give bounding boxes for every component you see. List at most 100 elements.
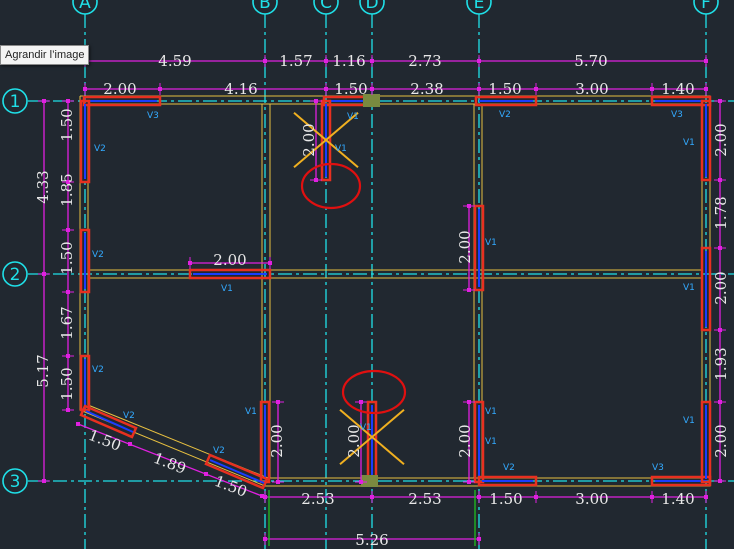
- dim-text-left-inner: 1.50: [58, 367, 76, 400]
- dim-right-side-node: [718, 328, 722, 332]
- wall-label: V3: [652, 463, 664, 473]
- dim-text-right-side: 2.00: [712, 424, 730, 457]
- dim-bottom-row2-node: [477, 537, 481, 541]
- dim-text-bottom-row1: 1.40: [661, 490, 694, 508]
- grid-label-row-1: 1: [10, 92, 21, 112]
- dim-text-left-outer: 4.33: [34, 170, 52, 203]
- dim-inner-E-mid-node: [467, 288, 471, 292]
- dim-text-inner-vertical: 2.00: [345, 424, 363, 457]
- wall-label: V3: [671, 110, 683, 120]
- grid-label-col-D: D: [365, 0, 378, 13]
- dim-left-inner-node: [66, 99, 70, 103]
- dim-text-diagonal: 1.89: [151, 449, 189, 478]
- dim-text-left-inner: 1.67: [58, 306, 76, 339]
- dim-inner-row2-node: [188, 261, 192, 265]
- dim-top-row1-node: [477, 59, 481, 63]
- dim-top-row2-node: [534, 87, 538, 91]
- dim-text-bottom-row2: 5.26: [355, 531, 388, 549]
- dim-bottom-row1-node: [704, 495, 708, 499]
- dim-top-row2-node: [324, 87, 328, 91]
- dim-diagonal-node: [128, 442, 132, 446]
- dim-text-top-row1: 1.57: [279, 52, 312, 70]
- grid-label-col-A: A: [79, 0, 91, 13]
- dim-inner-D-bottom-node: [359, 480, 363, 484]
- dim-top-row2-node: [370, 87, 374, 91]
- dim-bottom-row1-node: [370, 495, 374, 499]
- dim-text-top-row2: 4.16: [224, 80, 257, 98]
- dim-right-side-node: [718, 400, 722, 404]
- dimension-lines: [38, 55, 726, 546]
- wall-label: V3: [147, 111, 159, 121]
- annotation-circle-bottom: [341, 369, 407, 415]
- dim-text-inner-vertical: 2.00: [300, 123, 318, 156]
- grid-label-row-3: 3: [10, 472, 21, 492]
- dim-inner-C-node: [314, 178, 318, 182]
- dim-top-row2-node: [477, 87, 481, 91]
- dim-bottom-row1-node: [534, 495, 538, 499]
- dim-inner-B-bottom-node: [276, 400, 280, 404]
- wall-label: V1: [683, 283, 695, 293]
- grid-label-col-F: F: [701, 0, 711, 13]
- dim-inner-E-bottom-node: [467, 400, 471, 404]
- dim-text-left-outer: 5.17: [34, 354, 52, 387]
- dim-text-bottom-row1: 1.50: [489, 490, 522, 508]
- dim-text-inner-row2: 2.00: [213, 251, 246, 269]
- dim-text-inner-vertical: 2.00: [456, 424, 474, 457]
- dim-text-top-row1: 4.59: [158, 52, 191, 70]
- dim-text-top-row2: 1.50: [488, 80, 521, 98]
- dim-top-row1-node: [263, 59, 267, 63]
- dim-text-right-side: 2.00: [712, 123, 730, 156]
- grid-label-col-C: C: [320, 0, 332, 13]
- wall-label: V2: [123, 411, 135, 421]
- dim-diagonal-node: [260, 494, 264, 498]
- dim-text-right-side: 1.93: [712, 347, 730, 380]
- dim-text-top-row2: 2.38: [410, 80, 443, 98]
- dim-text-bottom-row1: 3.00: [575, 490, 608, 508]
- dim-top-row2-node: [704, 87, 708, 91]
- wall-label: V1: [335, 144, 347, 154]
- dim-top-row2-node: [83, 87, 87, 91]
- dim-text-top-row2: 1.50: [334, 80, 367, 98]
- dimension-texts: V3 V1 V2 V1 V2 V3 V1 V2 V1 V1 V1 V2 V2 V1 V2 V1 V1 V1 V2 V3…: [34, 52, 730, 549]
- wall-label: V1: [347, 112, 359, 122]
- dim-inner-row2-node: [268, 261, 272, 265]
- dim-text-bottom-row1: 2.53: [408, 490, 441, 508]
- wall-label: V2: [499, 110, 511, 120]
- dim-text-top-row2: 1.40: [661, 80, 694, 98]
- dim-text-left-inner: 1.85: [58, 173, 76, 206]
- dim-text-bottom-row1: 2.53: [301, 490, 334, 508]
- dim-left-outer-node: [42, 479, 46, 483]
- dim-right-side-node: [718, 99, 722, 103]
- dim-text-inner-vertical: 2.00: [268, 424, 286, 457]
- wall-label: V1: [683, 138, 695, 148]
- wall-label: V2: [92, 250, 104, 260]
- wall-label: V1: [683, 416, 695, 426]
- inner-beam-outline: [87, 103, 703, 479]
- dim-text-left-inner: 1.50: [58, 108, 76, 141]
- shear-walls: [79, 94, 712, 490]
- dim-text-top-row2: 2.00: [103, 80, 136, 98]
- dim-bottom-row1-node: [477, 495, 481, 499]
- dim-inner-D-bottom-node: [359, 400, 363, 404]
- dim-text-top-row1: 5.70: [574, 52, 607, 70]
- dim-left-inner-node: [66, 354, 70, 358]
- dim-top-row1-node: [324, 59, 328, 63]
- wall-label: V2: [92, 365, 104, 375]
- dim-text-top-row1: 2.73: [408, 52, 441, 70]
- dim-top-row2-node: [650, 87, 654, 91]
- dim-text-top-row1: 1.16: [332, 52, 365, 70]
- dim-left-outer-node: [42, 99, 46, 103]
- grid-label-row-2: 2: [10, 265, 21, 285]
- dim-top-row1-node: [704, 59, 708, 63]
- wall-label: V1: [485, 437, 497, 447]
- column-block-bottom: [361, 475, 378, 487]
- grid-label-col-E: E: [474, 0, 485, 13]
- wall-label: V2: [94, 144, 106, 154]
- dim-top-row2-node: [158, 87, 162, 91]
- wall-label: V1: [485, 407, 497, 417]
- wall-label: V1: [221, 284, 233, 294]
- dim-diagonal-node: [204, 472, 208, 476]
- enlarge-image-tooltip[interactable]: Agrandir l’image: [0, 45, 90, 65]
- dim-right-side-node: [718, 479, 722, 483]
- dim-left-inner-node: [66, 408, 70, 412]
